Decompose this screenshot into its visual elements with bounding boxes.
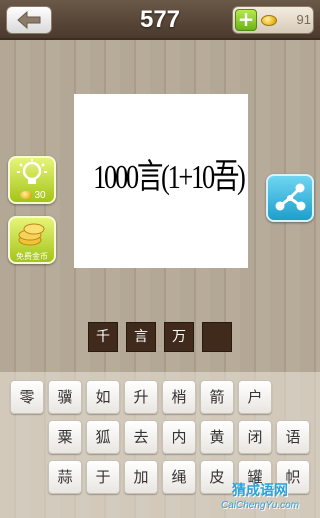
share-icon [275, 183, 306, 211]
char-key[interactable]: 于 [86, 460, 120, 494]
char-key[interactable]: 内 [162, 420, 196, 454]
char-key[interactable]: 闭 [238, 420, 272, 454]
hint-button[interactable]: 30 [8, 156, 56, 204]
char-key[interactable]: 加 [124, 460, 158, 494]
watermark-cn: 猜成语网 [232, 483, 288, 499]
add-coins-button[interactable]: + [235, 9, 257, 31]
coin-icon [20, 191, 33, 199]
coin-count: 91 [296, 12, 311, 27]
answer-slot[interactable] [202, 322, 232, 352]
back-arrow-icon [17, 11, 41, 29]
top-bar: 577 + 91 [0, 0, 320, 40]
level-number: 577 [139, 6, 181, 33]
char-key[interactable]: 狐 [86, 420, 120, 454]
free-coins-label: 免费金币 [16, 252, 48, 261]
coin-stack-icon [18, 223, 45, 246]
char-key[interactable]: 如 [86, 380, 120, 414]
answer-slot[interactable]: 千 [88, 322, 118, 352]
char-key[interactable]: 黄 [200, 420, 234, 454]
lightbulb-icon [17, 159, 47, 184]
char-key[interactable]: 粟 [48, 420, 82, 454]
char-key[interactable]: 语 [276, 420, 310, 454]
back-button[interactable] [6, 6, 52, 34]
char-key[interactable]: 升 [124, 380, 158, 414]
char-key[interactable]: 梢 [162, 380, 196, 414]
share-button[interactable] [266, 174, 314, 222]
hint-cost-value: 30 [34, 189, 46, 201]
char-key[interactable]: 绳 [162, 460, 196, 494]
char-key[interactable]: 骥 [48, 380, 82, 414]
char-key[interactable]: 蒜 [48, 460, 82, 494]
coin-icon [261, 15, 277, 26]
watermark: 猜成语网 CaiChengYu.com [204, 482, 316, 516]
answer-slot[interactable]: 言 [126, 322, 156, 352]
puzzle-text: 1000言(1+10吾) [93, 159, 246, 196]
char-key[interactable]: 箭 [200, 380, 234, 414]
free-coins-button[interactable]: 免费金币 [8, 216, 56, 264]
coin-balance: + 91 [232, 6, 314, 34]
char-key[interactable]: 去 [124, 420, 158, 454]
answer-slot[interactable]: 万 [164, 322, 194, 352]
plus-icon: + [237, 7, 255, 31]
watermark-en: CaiChengYu.com [220, 500, 299, 511]
char-key[interactable]: 户 [238, 380, 272, 414]
char-key[interactable]: 零 [10, 380, 44, 414]
puzzle-image: 1000言(1+10吾) [74, 94, 248, 268]
answer-row: 千 言 万 [88, 322, 236, 352]
hint-cost: 30 [12, 189, 54, 201]
